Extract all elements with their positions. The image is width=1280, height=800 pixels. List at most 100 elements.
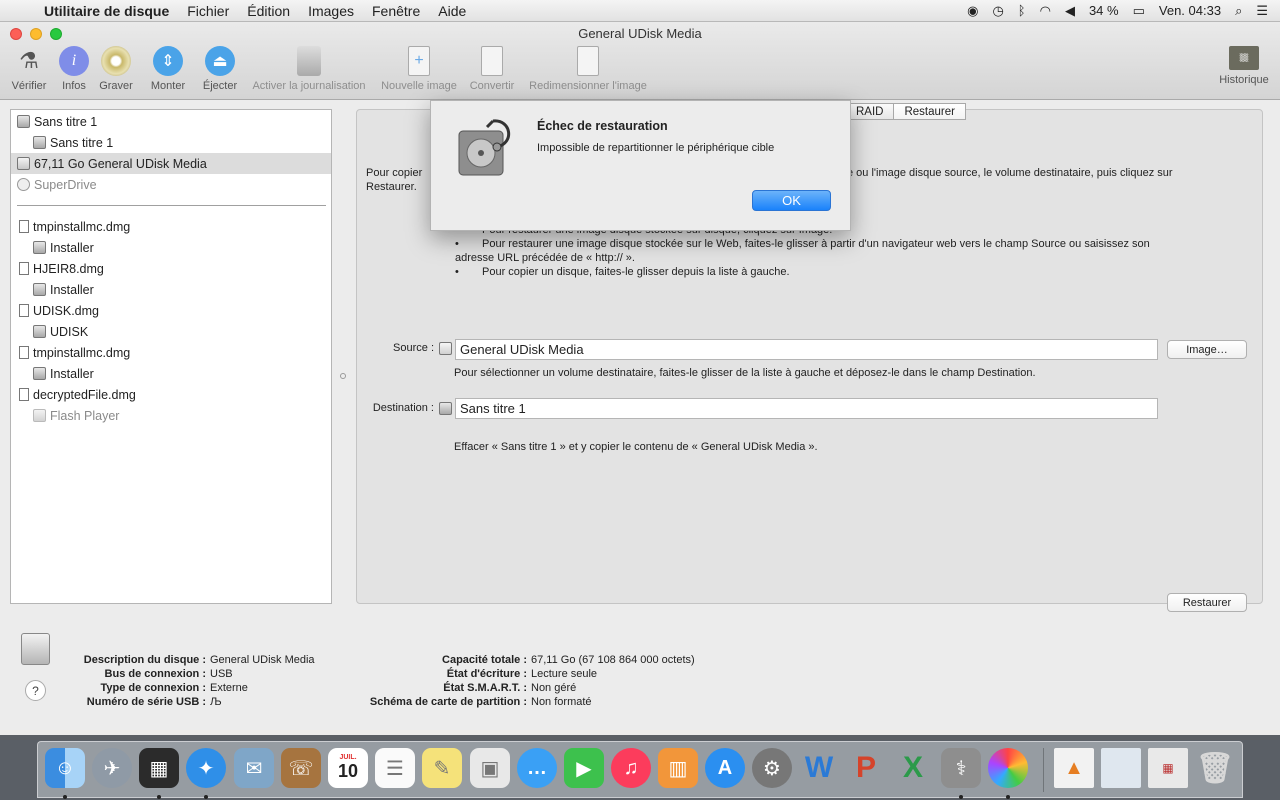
- sidebar-item-volume[interactable]: Installer: [11, 279, 331, 300]
- facetime-icon[interactable]: ▶: [564, 748, 604, 788]
- restore-bullet-3: Pour copier un disque, faites-le glisser…: [455, 265, 955, 279]
- menu-fenetre[interactable]: Fenêtre: [372, 3, 420, 19]
- system-preferences-icon[interactable]: ⚙: [752, 748, 792, 788]
- messages-icon[interactable]: …: [517, 748, 557, 788]
- sidebar-item-dmg[interactable]: HJEIR8.dmg: [11, 258, 331, 279]
- calendar-icon[interactable]: JUIL. 10: [328, 748, 368, 788]
- sidebar-item-volume[interactable]: Installer: [11, 237, 331, 258]
- volume-icon: [33, 325, 46, 338]
- burn-disc-icon: [101, 46, 131, 76]
- source-field[interactable]: General UDisk Media: [455, 339, 1158, 360]
- dmg-file-icon: [19, 220, 29, 233]
- info-key: État S.M.A.R.T. :: [443, 682, 527, 694]
- battery-percent[interactable]: 34 %: [1089, 3, 1119, 18]
- split-view-handle[interactable]: [340, 373, 346, 379]
- history-button[interactable]: ▒▒ Historique: [1209, 46, 1279, 86]
- sidebar-item-udisk[interactable]: 67,11 Go General UDisk Media: [11, 153, 331, 174]
- source-disk-icon: [439, 342, 452, 355]
- menu-app-name[interactable]: Utilitaire de disque: [44, 3, 169, 19]
- volume-icon: [33, 136, 46, 149]
- eye-status-icon[interactable]: ◉: [967, 3, 978, 19]
- ok-button[interactable]: OK: [752, 190, 831, 211]
- app-store-icon[interactable]: A: [705, 748, 745, 788]
- sidebar-item-volume[interactable]: Installer: [11, 363, 331, 384]
- menu-bar: Utilitaire de disque Fichier Édition Ima…: [0, 0, 1280, 22]
- info-value: Non géré: [531, 682, 577, 694]
- hard-disk-icon: [17, 115, 30, 128]
- info-value: Non formaté: [531, 696, 592, 708]
- restore-intro-line2: Restaurer.: [366, 181, 417, 193]
- preview-icon[interactable]: ▣: [470, 748, 510, 788]
- sidebar-item-superdrive[interactable]: SuperDrive: [11, 174, 331, 195]
- itunes-icon[interactable]: ♫: [611, 748, 651, 788]
- sidebar-item-disk[interactable]: Sans titre 1: [11, 111, 331, 132]
- dialog-message: Impossible de repartitionner le périphér…: [537, 142, 775, 154]
- menu-edition[interactable]: Édition: [247, 3, 290, 19]
- sidebar-item-volume[interactable]: Sans titre 1: [11, 132, 331, 153]
- menubar-clock[interactable]: Ven. 04:33: [1159, 3, 1221, 18]
- spotlight-search-icon[interactable]: ⌕: [1235, 3, 1242, 19]
- sidebar-item-volume[interactable]: Flash Player: [11, 405, 331, 426]
- sidebar-item-volume[interactable]: UDISK: [11, 321, 331, 342]
- disk-utility-app-icon: [458, 119, 510, 176]
- contacts-icon[interactable]: ☏: [281, 748, 321, 788]
- wifi-icon[interactable]: ◠: [1040, 3, 1051, 19]
- sidebar-item-dmg[interactable]: UDISK.dmg: [11, 300, 331, 321]
- excel-icon[interactable]: X: [893, 748, 933, 788]
- launchpad-icon[interactable]: ✈: [92, 748, 132, 788]
- info-value: Lecture seule: [531, 668, 598, 680]
- info-value: Љ: [210, 696, 222, 708]
- time-machine-icon[interactable]: ◷: [992, 3, 1003, 19]
- disk-info-left: Description du disque : General UDisk Med…: [40, 653, 315, 709]
- documents-stack-icon[interactable]: ▦: [1148, 748, 1188, 788]
- dmg-file-icon: [19, 388, 29, 401]
- dmg-file-icon: [19, 304, 29, 317]
- mail-icon[interactable]: ✉: [234, 748, 274, 788]
- eject-icon: ⏏: [205, 46, 235, 76]
- finder-icon[interactable]: ☺: [45, 748, 85, 788]
- safari-icon[interactable]: ✦: [186, 748, 226, 788]
- resize-image-button[interactable]: Redimensionner l'image: [518, 46, 658, 92]
- powerpoint-icon[interactable]: P: [846, 748, 886, 788]
- destination-field[interactable]: Sans titre 1: [455, 398, 1158, 419]
- info-key: État d'écriture :: [446, 668, 527, 680]
- toolbar: ⚗ Vérifier i Infos Graver ⇕ Monter ⏏ Éje…: [0, 46, 1280, 96]
- word-icon[interactable]: W: [799, 748, 839, 788]
- mission-control-icon[interactable]: ▦: [139, 748, 179, 788]
- dmg-file-icon: [19, 346, 29, 359]
- tab-restore[interactable]: Restaurer: [894, 103, 966, 120]
- new-image-button[interactable]: + Nouvelle image: [374, 46, 464, 92]
- sidebar-item-dmg[interactable]: tmpinstallmc.dmg: [11, 342, 331, 363]
- downloads-stack-icon[interactable]: [1101, 748, 1141, 788]
- image-button[interactable]: Image…: [1167, 340, 1247, 359]
- menu-images[interactable]: Images: [308, 3, 354, 19]
- enable-journaling-button[interactable]: Activer la journalisation: [239, 46, 379, 92]
- dialog-title: Échec de restauration: [537, 119, 668, 133]
- restore-button[interactable]: Restaurer: [1167, 593, 1247, 612]
- mkv-file-icon[interactable]: ▲: [1054, 748, 1094, 788]
- info-value: Externe: [210, 682, 248, 694]
- convert-button[interactable]: Convertir: [457, 46, 527, 92]
- trash-icon[interactable]: 🗑: [1195, 748, 1235, 788]
- sidebar-divider: [17, 205, 326, 206]
- notification-center-icon[interactable]: ☰: [1256, 3, 1268, 19]
- log-console-icon: ▒▒: [1229, 46, 1259, 70]
- menu-aide[interactable]: Aide: [438, 3, 466, 19]
- disk-utility-icon[interactable]: ⚕: [941, 748, 981, 788]
- device-sidebar[interactable]: Sans titre 1 Sans titre 1 67,11 Go Gener…: [10, 109, 332, 604]
- sidebar-item-dmg[interactable]: tmpinstallmc.dmg: [11, 216, 331, 237]
- tab-raid[interactable]: RAID: [845, 103, 895, 120]
- photos-icon[interactable]: [988, 748, 1028, 788]
- new-image-icon: +: [408, 46, 430, 76]
- menu-fichier[interactable]: Fichier: [187, 3, 229, 19]
- reminders-icon[interactable]: ☰: [375, 748, 415, 788]
- battery-icon[interactable]: ▭: [1133, 3, 1145, 19]
- bluetooth-icon[interactable]: ᛒ: [1018, 3, 1026, 18]
- usb-disk-icon: [17, 157, 30, 170]
- ibooks-icon[interactable]: ▥: [658, 748, 698, 788]
- window-titlebar: General UDisk Media ⚗ Vérifier i Infos G…: [0, 22, 1280, 100]
- notes-icon[interactable]: ✎: [422, 748, 462, 788]
- sidebar-item-dmg[interactable]: decryptedFile.dmg: [11, 384, 331, 405]
- mount-icon: ⇕: [153, 46, 183, 76]
- volume-icon[interactable]: ◀: [1065, 3, 1075, 19]
